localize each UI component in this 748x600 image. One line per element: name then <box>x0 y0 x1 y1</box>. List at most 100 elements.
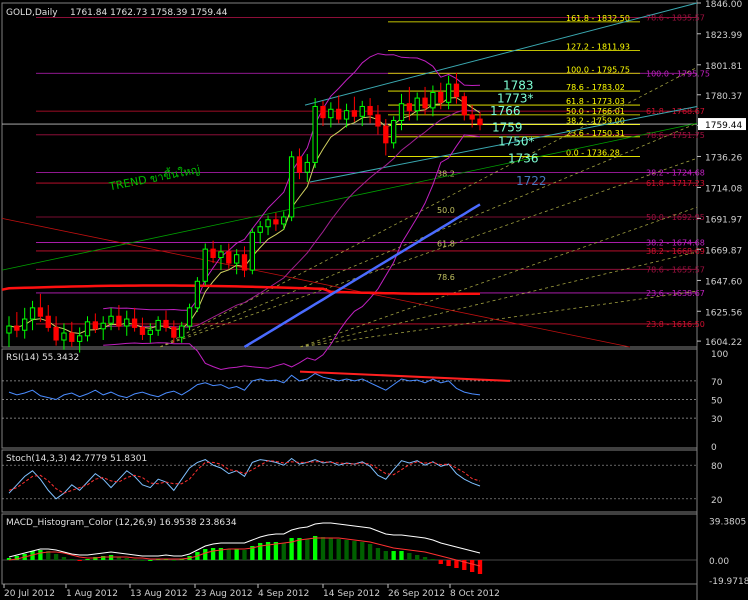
macd-histogram-bar <box>226 549 231 560</box>
macd-histogram-bar <box>148 560 153 561</box>
candle-body <box>249 231 256 271</box>
fib-upper-label: 50.0 - 1766.01 <box>566 107 625 116</box>
date-tick-label: 8 Oct 2012 <box>450 589 500 599</box>
candle-body <box>92 321 99 330</box>
fan-label: 61.8 <box>437 239 455 248</box>
candle-body <box>320 105 326 119</box>
price-tick-label: 1823.99 <box>705 31 742 41</box>
stoch-tick-label: 80 <box>711 462 723 472</box>
main-frame <box>1 2 698 348</box>
candle-body <box>6 325 12 334</box>
date-tick-label: 23 Aug 2012 <box>195 589 253 599</box>
chart-canvas[interactable]: 78.6 - 1835.57100.0 - 1795.7561.8 - 1768… <box>0 0 748 600</box>
macd-histogram-bar <box>367 544 373 560</box>
fast-moving-average <box>8 97 481 335</box>
date-tick-label: 4 Sep 2012 <box>258 589 309 599</box>
candle-body <box>453 83 460 98</box>
candle-body <box>390 119 397 144</box>
candle-body <box>265 219 271 228</box>
macd-histogram-bar <box>85 559 90 560</box>
macd-histogram-bar <box>469 560 475 572</box>
macd-histogram-bar <box>399 551 404 560</box>
macd-histogram-bar <box>446 560 451 566</box>
candle-body <box>186 307 193 327</box>
macd-tick-label: -19.9718 <box>709 577 748 587</box>
candle-body <box>202 248 208 282</box>
candle-body <box>108 315 114 324</box>
macd-panel[interactable]: MACD_Histogram_Color (12,26,9) 16.9538 2… <box>2 518 748 587</box>
candle-body <box>414 97 420 112</box>
price-mark-label: 1736 <box>508 151 539 165</box>
candle-body <box>375 114 381 127</box>
candle-body <box>430 91 436 109</box>
candle-body <box>273 219 279 225</box>
candle-body <box>163 319 169 328</box>
macd-histogram-bar <box>375 548 381 560</box>
macd-histogram-bar <box>69 559 74 560</box>
macd-histogram-bar <box>281 543 286 560</box>
date-tick-label: 26 Sep 2012 <box>388 589 445 599</box>
price-tick-label: 1714.08 <box>705 184 742 194</box>
date-tick-label: 14 Sep 2012 <box>323 589 380 599</box>
date-tick-label: 20 Jul 2012 <box>4 589 55 599</box>
candle-body <box>359 105 365 117</box>
candle-body <box>139 326 146 335</box>
candle-body <box>171 326 177 338</box>
macd-histogram-bar <box>352 541 357 560</box>
fib-upper-label: 127.2 - 1811.93 <box>566 43 630 52</box>
candle-body <box>45 315 51 328</box>
macd-histogram-bar <box>132 559 137 560</box>
candle-body <box>179 325 185 338</box>
candle-body <box>147 329 153 335</box>
macd-histogram-bar <box>415 555 420 560</box>
fib-level-label: 38.2 - 1668.69 <box>646 247 705 256</box>
macd-histogram-bar <box>312 536 318 560</box>
macd-histogram-bar <box>203 549 208 560</box>
candle-body <box>422 97 428 109</box>
candle-body <box>61 332 67 341</box>
stoch-tick-label: 20 <box>711 496 723 506</box>
rsi-tick-label: 100 <box>711 350 728 360</box>
price-mark-label: 1759 <box>492 121 523 135</box>
macd-histogram-bar <box>234 549 239 560</box>
fib-upper-label: 38.2 - 1759.00 <box>566 117 625 126</box>
candle-body <box>22 318 28 331</box>
fib-upper-label: 61.8 - 1773.03 <box>566 97 625 106</box>
macd-histogram-bar <box>140 560 145 561</box>
macd-histogram-bar <box>328 538 334 560</box>
candle-body <box>398 103 405 121</box>
stoch-panel[interactable]: Stoch(14,3,3) 42.7779 51.8301 80 20 <box>2 454 723 506</box>
price-panel[interactable]: 78.6 - 1835.57100.0 - 1795.7561.8 - 1768… <box>1 2 710 371</box>
macd-histogram-bar <box>171 560 177 561</box>
rsi-panel[interactable]: RSI(14) 55.3432 100 70 50 30 0 <box>2 350 728 453</box>
trend-annotation: TREND ขาขึ้นใหญ่ <box>107 161 201 194</box>
rsi-title: RSI(14) 55.3432 <box>6 353 79 363</box>
candle-body <box>336 108 342 120</box>
price-tick-label: 1604.22 <box>705 338 742 348</box>
macd-histogram-bar <box>242 550 247 560</box>
fib-level-label: 23.8 - 1616.50 <box>646 320 705 329</box>
fib-fan-line <box>159 157 698 348</box>
macd-tick-label: 39.3805 <box>709 518 746 528</box>
price-mark-label: 1766 <box>490 104 521 118</box>
candle-body <box>343 110 350 120</box>
macd-histogram-bar <box>124 558 129 560</box>
fan-label: 78.6 <box>437 273 455 282</box>
candle-body <box>218 251 224 259</box>
candle-body <box>445 83 452 103</box>
macd-tick-label: 0.00 <box>709 557 729 567</box>
date-tick-label: 1 Aug 2012 <box>66 589 118 599</box>
fib-level-label: 61.8 - 1717.23 <box>646 179 705 188</box>
symbol-label: GOLD,Daily <box>6 8 58 18</box>
candle-body <box>328 108 334 119</box>
candle-body <box>406 103 413 112</box>
candle-body <box>304 161 310 173</box>
macd-histogram-bar <box>273 542 279 560</box>
fib-level-label: 23.6 - 1638.67 <box>646 289 705 298</box>
price-tick-label: 1691.97 <box>705 215 742 225</box>
candle-body <box>124 318 130 327</box>
candle-body <box>100 322 106 330</box>
candle-body <box>367 105 373 116</box>
fib-upper-label: 161.8 - 1832.50 <box>566 14 630 23</box>
candle-body <box>53 326 59 341</box>
